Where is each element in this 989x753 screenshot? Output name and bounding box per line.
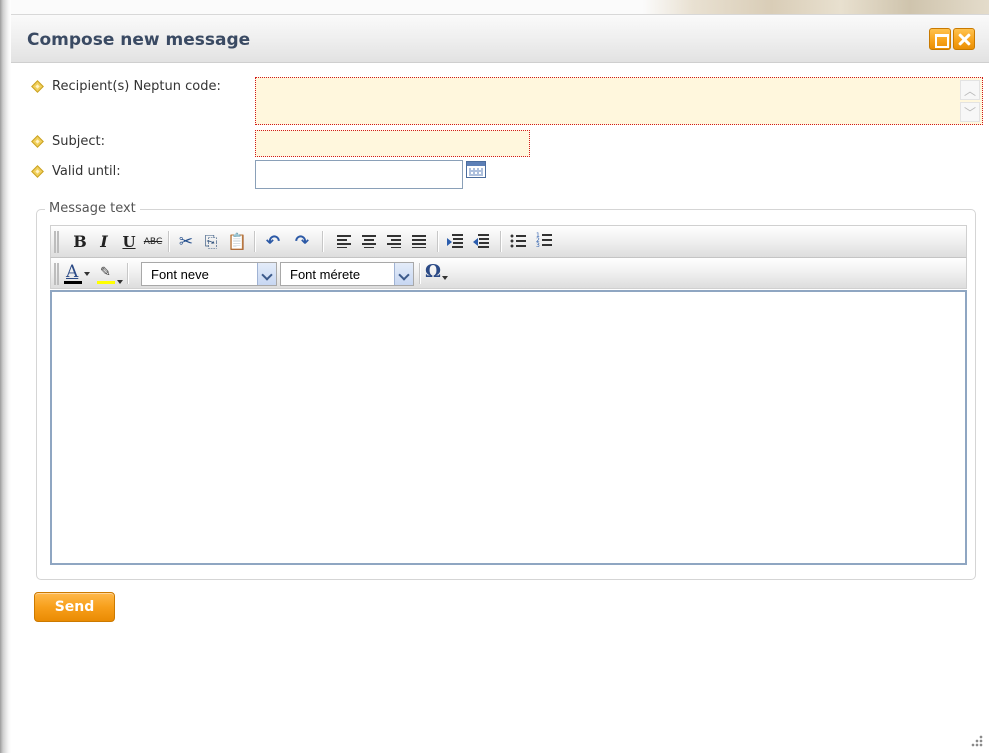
- subject-input[interactable]: [255, 130, 530, 157]
- chevron-down-icon: [117, 280, 123, 284]
- background-edge: [0, 0, 11, 753]
- chevron-down-icon: [442, 276, 448, 280]
- recipient-input[interactable]: ︿ ﹀: [255, 77, 983, 125]
- strikethrough-button[interactable]: ABC: [142, 230, 164, 254]
- chevron-down-icon: [84, 272, 90, 276]
- background-strip: [0, 0, 989, 14]
- bold-button[interactable]: B: [69, 230, 91, 254]
- special-character-glyph: Ω: [425, 261, 442, 282]
- special-character-icon[interactable]: Ω: [425, 261, 453, 285]
- numbered-list-icon[interactable]: 123: [536, 233, 552, 250]
- font-color-glyph: A: [66, 262, 79, 282]
- underline-button[interactable]: U: [118, 230, 140, 254]
- font-size-select[interactable]: Font mérete: [280, 262, 414, 286]
- toolbar-grip-icon: [54, 263, 59, 285]
- toolbar-separator: [500, 231, 501, 252]
- italic-button[interactable]: I: [93, 230, 115, 254]
- send-button[interactable]: Send: [34, 592, 115, 622]
- font-name-value: Font neve: [151, 267, 209, 282]
- chevron-down-icon[interactable]: [257, 263, 276, 285]
- bullet-icon: [31, 80, 44, 93]
- scroll-up-icon[interactable]: ︿: [960, 80, 980, 100]
- redo-button[interactable]: ↷: [291, 230, 313, 254]
- recipient-label: Recipient(s) Neptun code:: [52, 79, 221, 94]
- page: Compose new message Recipient(s) Neptun …: [0, 0, 989, 753]
- toolbar-separator: [322, 231, 323, 252]
- calendar-icon[interactable]: [466, 161, 486, 178]
- font-color-icon[interactable]: A: [64, 262, 90, 286]
- valid-until-label: Valid until:: [52, 164, 121, 179]
- align-right-icon[interactable]: [387, 235, 401, 248]
- dialog-title: Compose new message: [27, 30, 251, 50]
- message-editor[interactable]: [50, 290, 967, 565]
- maximize-icon[interactable]: [929, 28, 951, 50]
- align-center-icon[interactable]: [362, 235, 376, 248]
- close-icon[interactable]: [953, 28, 975, 50]
- align-left-icon[interactable]: [337, 235, 351, 248]
- copy-button[interactable]: ⎘: [200, 230, 222, 254]
- toolbar-grip-icon: [54, 231, 59, 253]
- message-fieldset: Message text B I U ABC ✂ ⎘ 📋 ↶ ↷ 1 2 3 A…: [36, 201, 976, 580]
- chevron-down-icon[interactable]: [394, 263, 413, 285]
- subject-label: Subject:: [52, 134, 105, 149]
- bullet-icon: [31, 165, 44, 178]
- font-name-select[interactable]: Font neve: [141, 262, 277, 286]
- resize-grip-icon[interactable]: [971, 735, 983, 747]
- paste-button[interactable]: 📋: [226, 230, 248, 254]
- cut-button[interactable]: ✂: [175, 230, 197, 254]
- undo-button[interactable]: ↶: [262, 230, 284, 254]
- toolbar-separator: [419, 263, 420, 284]
- highlight-glyph: ✎: [100, 265, 111, 280]
- font-color-bar: [64, 281, 82, 284]
- highlight-color-bar: [97, 281, 115, 284]
- toolbar-separator: [168, 231, 169, 252]
- outdent-icon[interactable]: [447, 234, 463, 249]
- align-justify-icon[interactable]: [412, 235, 426, 248]
- valid-until-input[interactable]: [255, 160, 463, 189]
- message-legend: Message text: [45, 201, 140, 216]
- compose-dialog: Compose new message Recipient(s) Neptun …: [11, 14, 989, 753]
- indent-icon[interactable]: [473, 234, 489, 249]
- font-size-value: Font mérete: [290, 267, 361, 282]
- bullet-list-icon[interactable]: [510, 234, 526, 249]
- scroll-down-icon[interactable]: ﹀: [960, 102, 980, 122]
- toolbar-separator: [437, 231, 438, 252]
- editor-toolbar-secondary: A ✎ Font neve Font mérete Ω: [50, 257, 967, 289]
- editor-toolbar-primary: B I U ABC ✂ ⎘ 📋 ↶ ↷ 1 2 3: [50, 225, 967, 257]
- toolbar-separator: [127, 263, 128, 284]
- bullet-icon: [31, 135, 44, 148]
- dialog-titlebar[interactable]: Compose new message: [11, 15, 989, 63]
- toolbar-separator: [254, 231, 255, 252]
- highlight-color-icon[interactable]: ✎: [95, 262, 123, 286]
